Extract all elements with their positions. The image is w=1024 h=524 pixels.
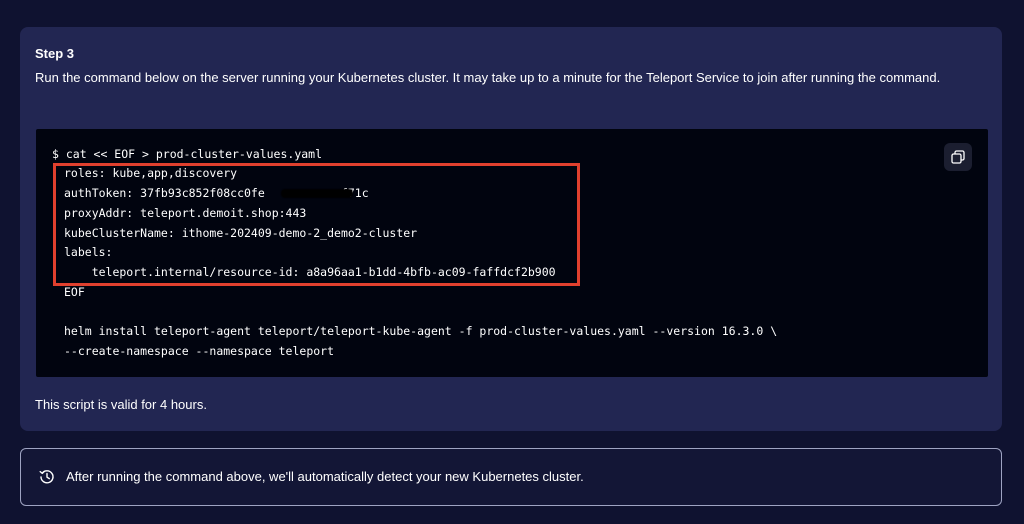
code-line-cluster-name: kubeClusterName: ithome-202409-demo-2_de… (64, 226, 418, 240)
step-card: Step 3 Run the command below on the serv… (20, 27, 1002, 431)
redaction-mark (281, 189, 353, 198)
code-line-labels: labels: (64, 245, 113, 259)
code-line-helm-install: helm install teleport-agent teleport/tel… (64, 324, 778, 338)
step-title: Step 3 (35, 46, 75, 61)
history-icon (39, 470, 54, 484)
code-line-namespace: --create-namespace --namespace teleport (64, 344, 335, 358)
step-description: Run the command below on the server runn… (35, 70, 941, 85)
code-line-proxy-addr: proxyAddr: teleport.demoit.shop:443 (64, 206, 307, 220)
script-validity-text: This script is valid for 4 hours. (35, 397, 207, 412)
copy-icon (951, 150, 965, 164)
code-line-roles: roles: kube,app,discovery (64, 166, 238, 180)
detection-notice: After running the command above, we'll a… (20, 448, 1002, 506)
code-line-eof: EOF (64, 285, 85, 299)
code-block[interactable]: $ cat << EOF > prod-cluster-values.yaml … (36, 129, 988, 377)
copy-button[interactable] (944, 143, 972, 171)
code-line-resource-id: teleport.internal/resource-id: a8a96aa1-… (64, 265, 556, 279)
code-line-command: $ cat << EOF > prod-cluster-values.yaml (52, 147, 323, 161)
notice-text: After running the command above, we'll a… (66, 469, 584, 484)
